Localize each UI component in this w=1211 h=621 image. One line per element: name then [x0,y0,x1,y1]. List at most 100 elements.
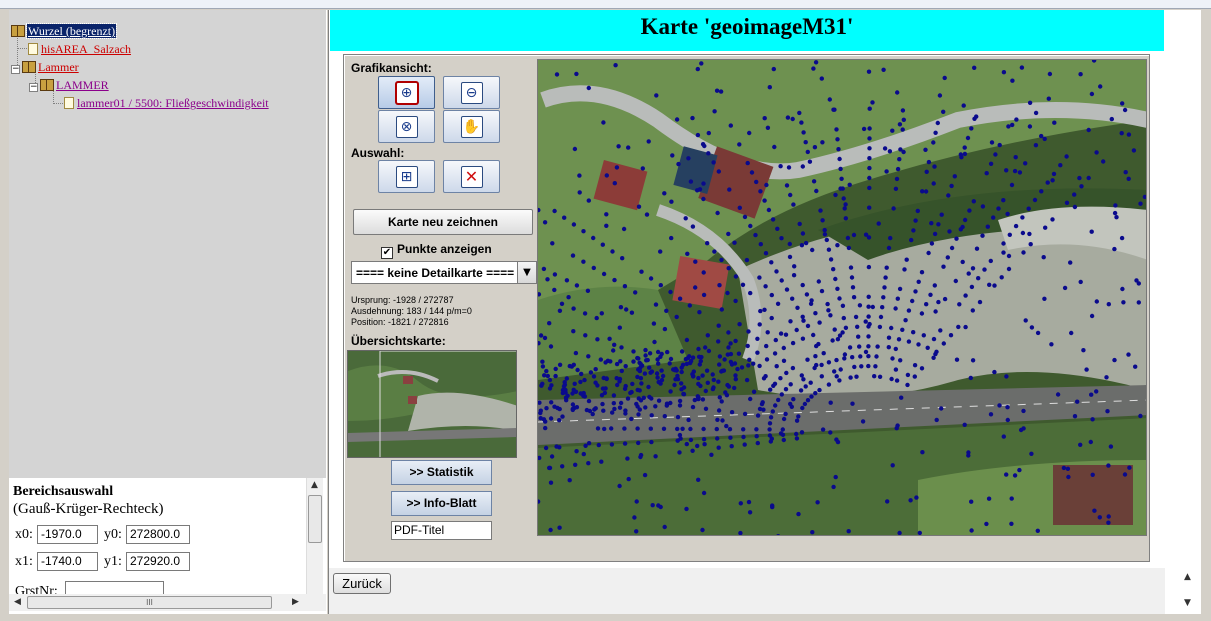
overview-map[interactable] [347,350,517,458]
measurement-point [593,380,598,385]
infoblatt-button[interactable]: >> Info-Blatt [391,491,492,516]
scroll-up-icon[interactable]: ▲ [1184,572,1191,582]
measurement-point [834,127,839,132]
detail-map-select[interactable]: ==== keine Detailkarte ==== ▼ [351,261,537,284]
measurement-point [945,255,950,260]
y1-input[interactable]: 272920.0 [126,552,190,571]
bottom-frame-scrollbar[interactable]: ▲ ▼ [1165,568,1201,614]
tree-item-label[interactable]: hisAREA_Salzach [41,42,131,56]
measurement-point [1094,299,1099,304]
measurement-point [863,349,869,355]
detail-map-select-value: ==== keine Detailkarte ==== [356,266,515,280]
collapse-icon[interactable]: − [29,83,38,92]
scroll-up-icon[interactable]: ▲ [311,480,318,490]
measurement-point [632,515,637,520]
scroll-left-icon[interactable]: ◀ [14,597,21,607]
scroll-right-icon[interactable]: ▶ [292,597,299,607]
measurement-point [773,403,778,408]
measurement-point [653,302,659,307]
measurement-point [1029,325,1035,330]
measurement-point [833,474,838,480]
grafikansicht-label: Grafikansicht: [351,61,432,75]
measurement-point [681,385,687,390]
measurement-point [883,275,888,280]
scroll-thumb[interactable]: III [27,596,272,609]
measurement-point [642,371,648,376]
measurement-point [582,377,587,383]
measurement-point [737,205,742,210]
measurement-point [957,302,962,307]
measurement-point [566,295,571,300]
tree-item-label[interactable]: LAMMER [56,78,109,92]
collapse-icon[interactable]: − [11,65,20,74]
select-button[interactable]: ⊞ [378,160,435,193]
tree-item-lammer-upper[interactable]: − LAMMER [29,77,109,93]
measurement-point [687,303,692,308]
measurement-point [769,436,774,441]
tree-item-lammer[interactable]: − Lammer [11,59,79,75]
measurement-point [744,257,750,263]
measurement-point [924,169,929,174]
zoom-full-button[interactable]: ⊗ [378,110,435,143]
measurement-point [622,426,627,431]
tree-item-wurzel[interactable]: Wurzel (begrenzt) [11,23,118,39]
measurement-point [702,442,707,447]
measurement-point [701,426,706,432]
measurement-point [961,103,966,108]
tree-item-hisarea-salzach[interactable]: hisAREA_Salzach [28,41,131,57]
measurement-point [727,427,733,432]
statistik-button[interactable]: >> Statistik [391,460,492,485]
pdf-title-input[interactable]: PDF-Titel [391,521,492,540]
measurement-point [583,333,588,338]
tree-item-label[interactable]: lammer01 / 5500: Fließgeschwindigkeit [77,96,269,110]
measurement-point [640,166,645,171]
measurement-point [997,403,1002,408]
measurement-point [639,269,644,274]
measurement-point [963,293,968,298]
measurement-point [1133,364,1138,369]
form-horizontal-scrollbar[interactable]: ◀ III ▶ [9,594,326,611]
measurement-point [582,311,588,316]
scroll-down-icon[interactable]: ▼ [1184,598,1191,608]
map-canvas[interactable] [537,59,1147,536]
chevron-down-icon[interactable]: ▼ [517,262,536,283]
back-button[interactable]: Zurück [333,573,391,594]
measurement-point [1120,286,1125,292]
measurement-point [762,116,767,121]
zoom-in-button[interactable]: ⊕ [378,76,435,109]
x0-input[interactable]: -1970.0 [37,525,98,544]
scroll-thumb[interactable] [308,495,322,543]
y0-input[interactable]: 272800.0 [126,525,190,544]
form-vertical-scrollbar[interactable]: ▲ [306,478,323,594]
measurement-point [655,375,660,380]
clear-selection-button[interactable]: ✕ [443,160,500,193]
measurement-point [828,400,833,405]
measurement-point [562,215,567,220]
checkbox-check-icon[interactable]: ✔ [381,247,393,259]
measurement-point [1090,472,1095,477]
measurement-point [781,358,787,363]
measurement-point [654,93,659,98]
measurement-point [757,275,762,280]
measurement-point [609,426,614,431]
tree-item-lammer01[interactable]: lammer01 / 5500: Fließgeschwindigkeit [64,95,269,111]
measurement-point [969,284,975,290]
points-checkbox[interactable]: ✔ Punkte anzeigen [381,242,492,259]
x1-input[interactable]: -1740.0 [37,552,98,571]
measurement-point [560,414,565,419]
measurement-point [541,266,547,272]
measurement-point [799,243,805,248]
measurement-point [831,484,836,490]
measurement-point [681,392,687,397]
tree-item-label[interactable]: Wurzel (begrenzt) [25,23,118,39]
measurement-point [915,208,920,214]
measurement-point [1013,155,1018,160]
pan-button[interactable]: ✋ [443,110,500,143]
measurement-point [999,275,1004,280]
zoom-out-button[interactable]: ⊖ [443,76,500,109]
redraw-map-button[interactable]: Karte neu zeichnen [353,209,533,235]
tree-item-label[interactable]: Lammer [38,60,79,74]
measurement-point [779,392,784,397]
measurement-point [1105,409,1110,414]
measurement-point [866,354,871,359]
